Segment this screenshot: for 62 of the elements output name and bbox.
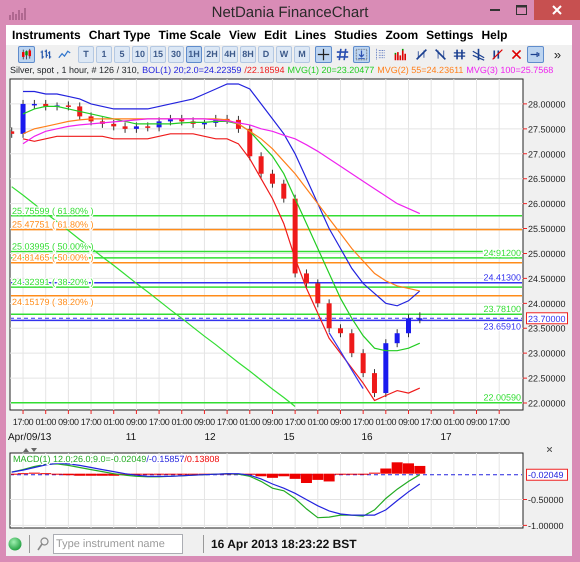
axis-tick-label: -1.00000 xyxy=(528,520,564,531)
legend-label: /-0.15857 xyxy=(146,454,184,464)
level-label: 23.65910 xyxy=(483,321,521,332)
axis-tick-label: 26.50000 xyxy=(528,174,566,184)
chart-title: Silver, spot , 1 hour, # 126 / 310, xyxy=(10,64,140,77)
axis-tick-label: 17:00 xyxy=(420,417,442,427)
axis-tick-label: 23.00000 xyxy=(528,348,566,359)
axis-tick-label: 01:00 xyxy=(308,417,328,427)
legend-label: /0.13808 xyxy=(184,454,220,464)
axis-tick-label: 09:00 xyxy=(466,417,487,427)
legend-label: MACD(1) 12.0;26.0;9.0=-0.02049 xyxy=(13,454,146,464)
axis-tick-label: 09:00 xyxy=(58,417,79,427)
axis-tick-label: 24.00000 xyxy=(528,298,566,309)
axis-tick-label: 01:00 xyxy=(35,417,56,427)
axis-tick-label: 17:00 xyxy=(12,417,34,427)
level-label: 24.41300 xyxy=(483,272,521,283)
axis-tick-label: 22.50000 xyxy=(528,374,566,384)
date-label: Apr/09/13 xyxy=(8,432,52,443)
axis-tick-label: 17:00 xyxy=(488,417,510,427)
axis-tick-label: 01:00 xyxy=(172,417,192,427)
legend-label: /22.18594 xyxy=(244,64,284,77)
axis-tick-label: 17:00 xyxy=(352,417,374,427)
axis-tick-label: 01:00 xyxy=(240,417,260,427)
axis-tick-label: 27.00000 xyxy=(528,149,566,160)
axis-tick-label: 09:00 xyxy=(398,417,419,427)
axis-tick-label: 17:00 xyxy=(80,417,102,427)
axis-tick-label: 28.00000 xyxy=(528,99,566,110)
axis-tick-label: 27.50000 xyxy=(528,124,566,134)
axis-tick-label: 01:00 xyxy=(376,417,396,427)
axis-tick-label: 01:00 xyxy=(444,417,464,427)
date-label: 15 xyxy=(283,432,295,443)
ref-line-label: -0.02049 xyxy=(528,470,564,480)
legend-label: MVG(1) 20=23.20477 xyxy=(287,64,374,77)
date-label: 17 xyxy=(440,432,452,443)
level-label: 22.00590 xyxy=(483,392,521,403)
axis-tick-label: 25.00000 xyxy=(528,248,566,259)
date-label: 11 xyxy=(126,432,136,443)
window-title: NetDania FinanceChart xyxy=(212,3,368,23)
axis-tick-label: 09:00 xyxy=(194,417,215,427)
axis-tick-label: 17:00 xyxy=(148,417,170,427)
date-label: 16 xyxy=(361,432,373,443)
axis-tick-label: 24.50000 xyxy=(528,274,566,284)
axis-tick-label: 09:00 xyxy=(262,417,283,427)
date-label: 12 xyxy=(204,432,216,443)
legend-label: BOL(1) 20;2.0=24.22359 xyxy=(142,64,242,77)
axis-tick-label: 25.50000 xyxy=(528,224,566,234)
axis-tick-label: 17:00 xyxy=(284,417,306,427)
axis-tick-label: -0.50000 xyxy=(528,495,564,506)
status-timestamp: 16 Apr 2013 18:23:22 BST xyxy=(211,536,357,552)
axis-tick-label: 17:00 xyxy=(216,417,238,427)
current-value-tag: 23.70000 xyxy=(526,312,568,324)
legend-label: MVG(3) 100=25.7568 xyxy=(466,64,554,77)
axis-tick-label: 09:00 xyxy=(330,417,351,427)
axis-tick-label: 22.00000 xyxy=(528,398,566,409)
level-label: 23.78100 xyxy=(483,304,521,314)
axis-tick-label: 23.50000 xyxy=(528,324,566,334)
current-value-tag: -0.02049 xyxy=(526,468,568,481)
axis-tick-label: 26.00000 xyxy=(528,199,566,210)
legend-label: MVG(2) 55=24.23611 xyxy=(377,64,464,77)
axis-tick-label: 01:00 xyxy=(103,417,124,427)
axis-tick-label: 09:00 xyxy=(126,417,147,427)
fibonacci-label: 24.15179 ( 38.20% ) xyxy=(12,296,94,307)
